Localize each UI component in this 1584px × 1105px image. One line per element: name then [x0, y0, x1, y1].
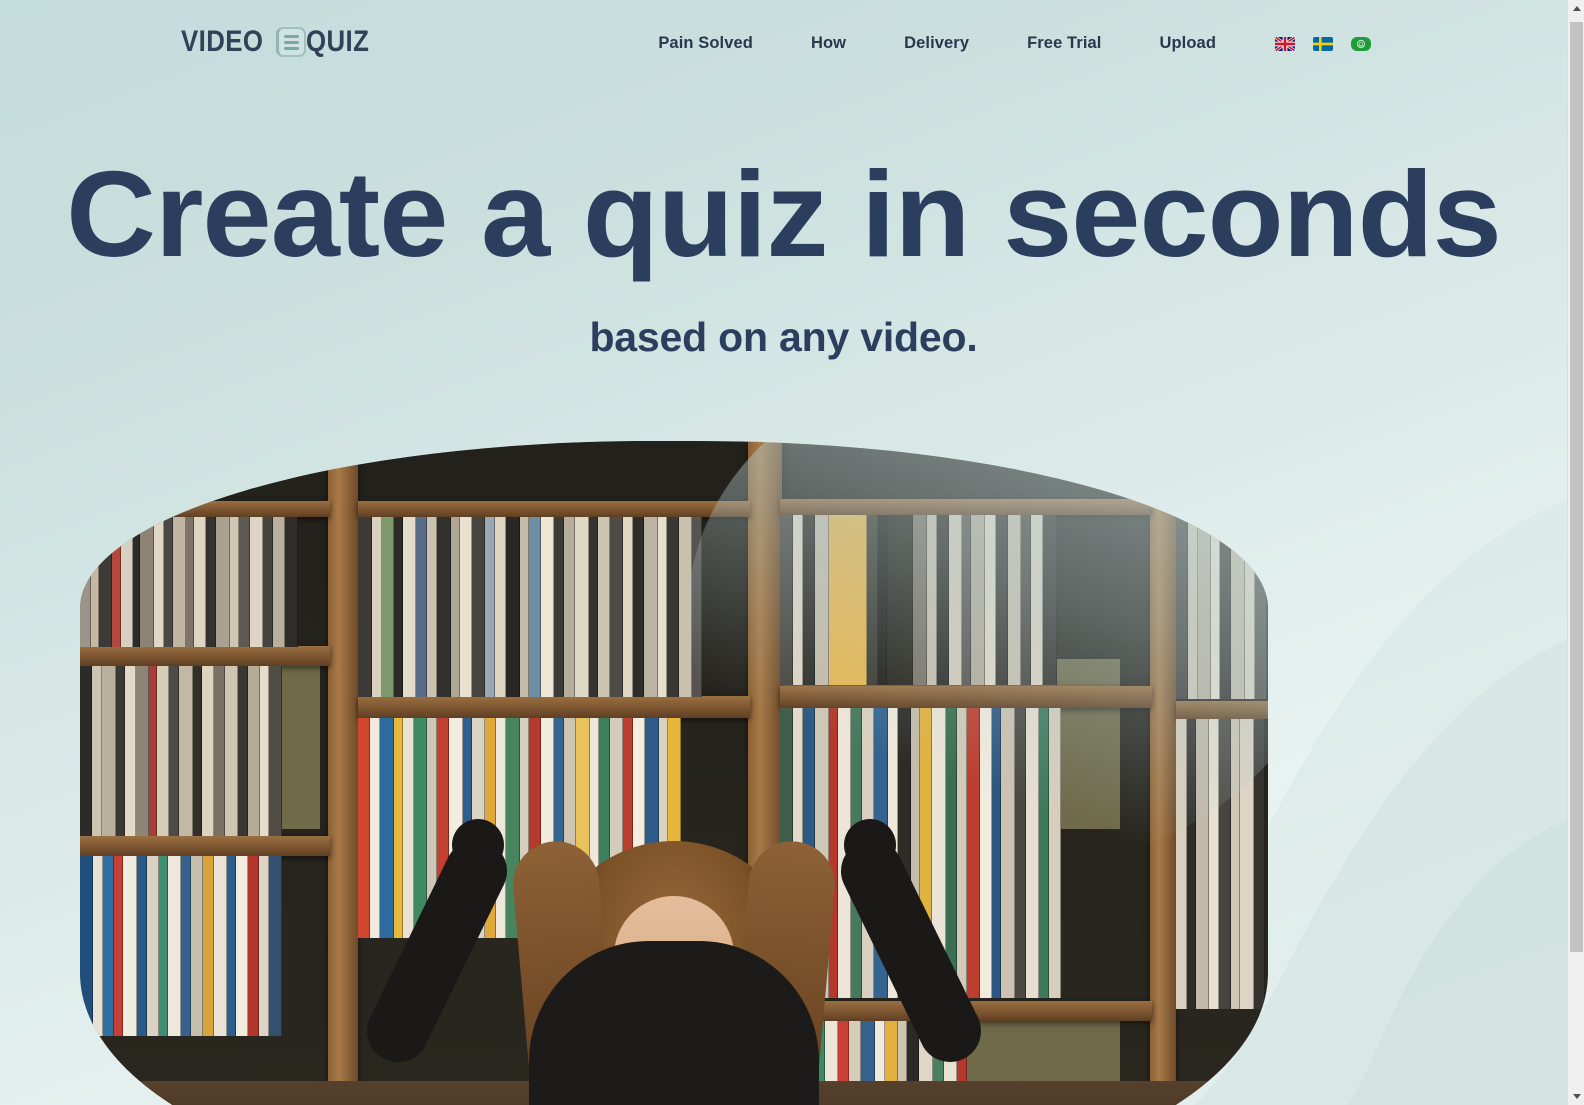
browser-viewport: VIDEO QUIZ Pain Solved How Delivery Free…: [0, 0, 1584, 1105]
site-header: VIDEO QUIZ Pain Solved How Delivery Free…: [0, 0, 1567, 90]
page-scrollbar[interactable]: [1567, 0, 1584, 1105]
english-flag-icon[interactable]: [1275, 36, 1295, 51]
brand-logo[interactable]: VIDEO QUIZ: [181, 26, 380, 58]
main-navigation: Pain Solved How Delivery Free Trial Uplo…: [629, 30, 1371, 57]
hero-section: Create a quiz in seconds based on any vi…: [0, 146, 1567, 363]
scroll-down-arrow[interactable]: [1568, 1088, 1584, 1105]
nav-item-upload[interactable]: Upload: [1130, 30, 1245, 57]
scrollbar-thumb[interactable]: [1570, 22, 1583, 952]
language-switcher: [1275, 36, 1371, 51]
swedish-flag-icon[interactable]: [1313, 36, 1333, 51]
scroll-up-arrow[interactable]: [1568, 0, 1584, 17]
list-document-icon: [274, 26, 308, 58]
arabic-flag-icon[interactable]: [1351, 36, 1371, 51]
hero-image: Girl celebrating with raised fists in fr…: [80, 441, 1268, 1105]
hero-photo: [80, 441, 1268, 1105]
hero-subheadline: based on any video.: [589, 314, 978, 361]
hero-image-blob-mask: [80, 441, 1268, 1105]
nav-item-delivery[interactable]: Delivery: [875, 30, 998, 57]
nav-item-free-trial[interactable]: Free Trial: [998, 30, 1130, 57]
brand-word-left: VIDEO: [181, 25, 264, 58]
nav-item-how[interactable]: How: [782, 30, 875, 57]
hero-headline: Create a quiz in seconds: [66, 146, 1502, 282]
nav-item-pain-solved[interactable]: Pain Solved: [629, 30, 782, 57]
person-in-photo: [356, 781, 992, 1105]
brand-word-right: QUIZ: [305, 25, 370, 58]
page-root: VIDEO QUIZ Pain Solved How Delivery Free…: [0, 0, 1567, 1105]
